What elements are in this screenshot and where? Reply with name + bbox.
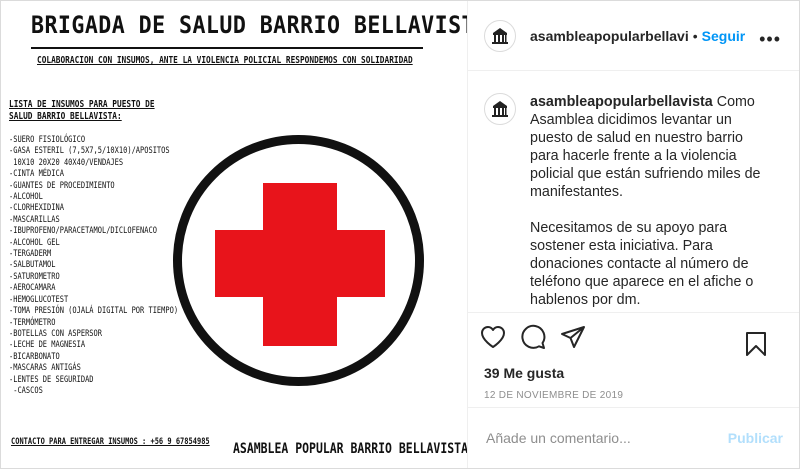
poster-subtitle: COLABORACION CON INSUMOS, ANTE LA VIOLEN…: [37, 55, 413, 66]
supply-item: -BOTELLAS CON ASPERSOR: [9, 328, 102, 339]
caption-paragraph-1: asambleapopularbellavista Como Asamblea …: [530, 93, 762, 201]
post-header: asambleapopularbellavi • Seguir •••: [468, 1, 799, 71]
avatar[interactable]: [484, 19, 516, 52]
assembly-logo-icon: [492, 101, 508, 117]
post-sidebar: asambleapopularbellavi • Seguir ••• asam…: [468, 1, 799, 468]
supply-item: -HEMOGLUCOTEST: [9, 294, 69, 305]
supply-item: -MASCARAS ANTIGÁS: [9, 363, 81, 374]
supply-item: 10X10 20X20 40X40/VENDAJES: [9, 157, 124, 168]
supply-item: -LENTES DE SEGURIDAD: [9, 374, 94, 385]
cross-horizontal-bar: [215, 230, 385, 297]
supplies-list-title-line2: SALUD BARRIO BELLAVISTA:: [9, 111, 122, 122]
caption-username[interactable]: asambleapopularbellavista: [530, 94, 713, 110]
action-bar: [468, 313, 799, 361]
likes-count[interactable]: 39 Me gusta: [468, 361, 799, 385]
supplies-list: -SUERO FISIOLÓGICO -GASA ESTERIL (7,5X7,5…: [9, 135, 178, 397]
caption-avatar[interactable]: [484, 93, 516, 125]
comment-icon: [521, 324, 546, 349]
supply-item: -SALBUTAMOL: [9, 260, 56, 271]
share-icon: [561, 326, 585, 348]
supply-item: -TOMA PRESIÓN (OJALÁ DIGITAL POR TIEMPO): [9, 306, 179, 317]
instagram-post: BRIGADA DE SALUD BARRIO BELLAVISTA COLAB…: [0, 0, 800, 469]
bookmark-icon: [746, 332, 766, 356]
publish-button[interactable]: Publicar: [728, 430, 783, 446]
supply-item: -MASCARILLAS: [9, 214, 60, 225]
supply-item: -TERGADERM: [9, 249, 52, 260]
like-button[interactable]: [480, 317, 520, 357]
supplies-list-title-line1: LISTA DE INSUMOS PARA PUESTO DE: [9, 99, 155, 110]
supply-item: -BICARBONATO: [9, 351, 60, 362]
poster-title: BRIGADA DE SALUD BARRIO BELLAVISTA: [31, 11, 468, 39]
follow-button[interactable]: Seguir: [702, 28, 746, 44]
caption-text: asambleapopularbellavista Como Asamblea …: [530, 93, 762, 312]
supply-item: -ALCOHOL GEL: [9, 237, 60, 248]
supply-item: -CASCOS: [9, 385, 43, 396]
post-image[interactable]: BRIGADA DE SALUD BARRIO BELLAVISTA COLAB…: [1, 1, 468, 468]
supply-item: -CINTA MÉDICA: [9, 169, 64, 180]
red-cross-icon: [173, 135, 424, 386]
supply-item: -AEROCAMARA: [9, 283, 56, 294]
supply-item: -SUERO FISIOLÓGICO: [9, 135, 86, 145]
heart-icon: [481, 326, 505, 348]
supply-item: -ALCOHOL: [9, 192, 43, 203]
share-button[interactable]: [560, 317, 600, 357]
more-options-icon[interactable]: •••: [759, 29, 781, 50]
save-button[interactable]: [745, 324, 785, 364]
supplies-list-title: LISTA DE INSUMOS PARA PUESTO DE SALUD BA…: [9, 99, 155, 123]
supply-item: -CLORHEXIDINA: [9, 203, 64, 214]
assembly-logo-icon: [492, 27, 508, 44]
supply-item: -TERMÓMETRO: [9, 317, 56, 328]
poster-footer: ASAMBLEA POPULAR BARRIO BELLAVISTA: [233, 441, 468, 457]
supply-item: -GUANTES DE PROCEDIMIENTO: [9, 180, 115, 191]
comment-button[interactable]: [520, 317, 560, 357]
supply-item: -LECHE DE MAGNESIA: [9, 340, 86, 351]
caption-paragraph-2: Necesitamos de su apoyo para sostener es…: [530, 220, 754, 308]
header-separator: •: [692, 27, 698, 44]
comment-input[interactable]: [484, 429, 728, 447]
post-date[interactable]: 12 DE NOVIEMBRE DE 2019: [468, 385, 799, 408]
comment-form: Publicar: [468, 408, 799, 468]
supply-item: -SATUROMETRO: [9, 271, 60, 282]
header-username[interactable]: asambleapopularbellavi: [530, 28, 689, 44]
supply-item: -IBUPROFENO/PARACETAMOL/DICLOFENACO: [9, 226, 157, 237]
supply-item: -GASA ESTERIL (7,5X7,5/10X10)/APOSITOS: [9, 146, 170, 157]
poster-divider: [31, 47, 423, 49]
poster-contact: CONTACTO PARA ENTREGAR INSUMOS : +56 9 6…: [11, 437, 210, 447]
caption-area: asambleapopularbellavista Como Asamblea …: [468, 71, 799, 313]
